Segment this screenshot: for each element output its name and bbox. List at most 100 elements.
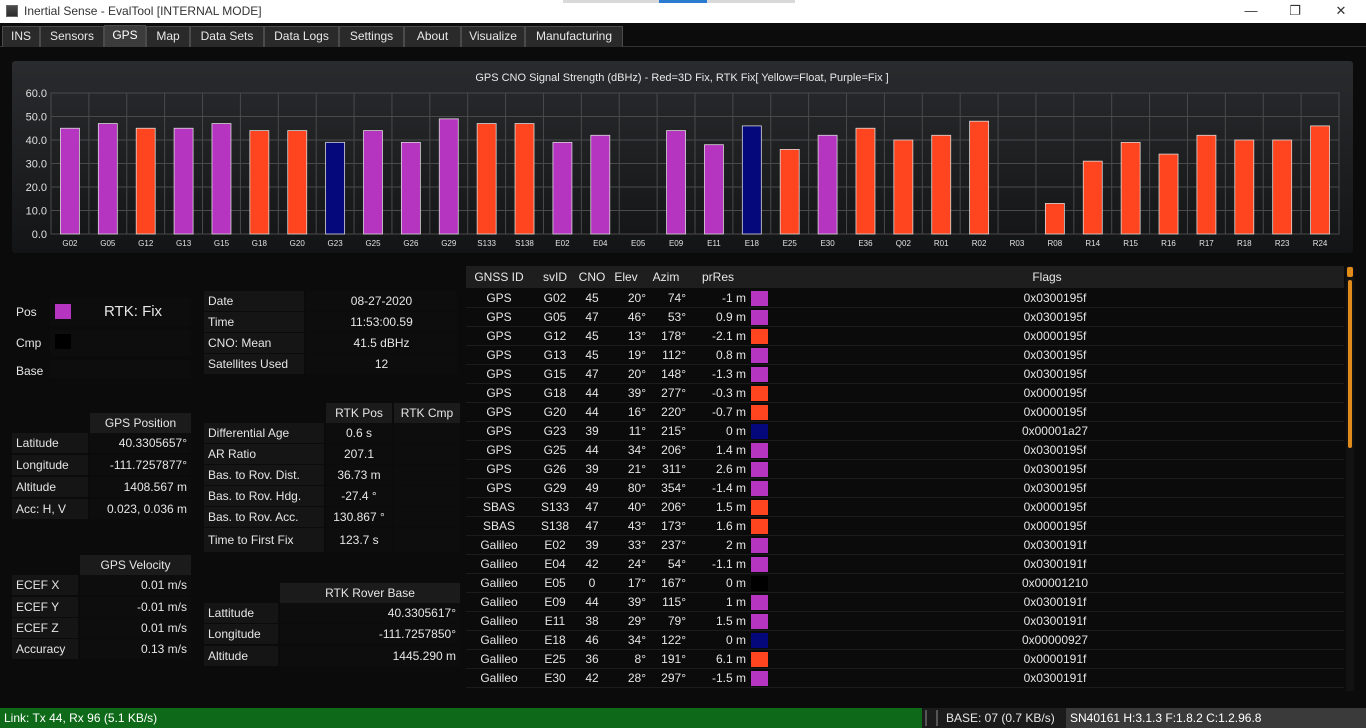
col-cno[interactable]: CNO	[578, 266, 606, 288]
minimize-button[interactable]: —	[1228, 0, 1274, 23]
ecef-z-value: 0.01 m/s	[80, 618, 191, 638]
tab-ins[interactable]: INS	[2, 26, 40, 47]
altitude-label: Altitude	[12, 477, 88, 497]
bar-r23	[1272, 139, 1293, 235]
table-row[interactable]: SBAS S138 47 43° 173° 1.6 m 0x0000195f	[466, 517, 1344, 536]
base-status: BASE: 07 (0.7 KB/s)	[946, 711, 1055, 725]
gnss-id-cell: GPS	[486, 462, 512, 476]
rtk-pos-header: RTK Pos	[326, 403, 392, 423]
x-tick-label: E18	[745, 239, 760, 248]
y-tick-label: 0.0	[32, 229, 47, 241]
table-row[interactable]: GPS G29 49 80° 354° -1.4 m 0x0300195f	[466, 479, 1344, 498]
tab-data-sets[interactable]: Data Sets	[190, 26, 264, 47]
elev-cell: 13°	[627, 329, 646, 343]
table-row[interactable]: Galileo E25 36 8° 191° 6.1 m 0x0000191f	[466, 650, 1344, 669]
table-row[interactable]: SBAS S133 47 40° 206° 1.5 m 0x0000195f	[466, 498, 1344, 517]
table-row[interactable]: GPS G05 47 46° 53° 0.9 m 0x0300195f	[466, 308, 1344, 327]
tab-visualize[interactable]: Visualize	[461, 26, 525, 47]
tab-manufacturing[interactable]: Manufacturing	[525, 26, 623, 47]
scroll-up-arrow[interactable]	[1347, 267, 1353, 277]
col-elev[interactable]: Elev	[606, 266, 646, 288]
elev-cell: 8°	[634, 652, 646, 666]
gnss-table-scroll-thumb[interactable]	[1348, 280, 1352, 448]
differential-age-label: Differential Age	[204, 423, 324, 443]
tab-settings[interactable]: Settings	[339, 26, 404, 47]
table-row[interactable]: GPS G25 44 34° 206° 1.4 m 0x0300195f	[466, 441, 1344, 460]
table-row[interactable]: Galileo E30 42 28° 297° -1.5 m 0x0300191f	[466, 669, 1344, 688]
time-to-first-fix-value: 123.7 s	[326, 528, 392, 552]
base-rover-acc-value: 130.867 °	[326, 507, 392, 527]
svid-cell: G29	[543, 481, 567, 495]
ar-ratio-label: AR Ratio	[204, 444, 324, 464]
flags-cell: 0x0000195f	[1023, 500, 1087, 514]
svid-cell: E05	[544, 576, 566, 590]
prres-cell: -1.3 m	[711, 367, 746, 381]
maximize-button[interactable]: ❐	[1272, 0, 1318, 23]
x-tick-label: R24	[1313, 239, 1328, 248]
col-gnss-id[interactable]: GNSS ID	[466, 266, 532, 288]
time-to-first-fix-label: Time to First Fix	[204, 528, 324, 552]
gnss-id-cell: GPS	[486, 443, 512, 457]
x-tick-label: R15	[1123, 239, 1138, 248]
cno-cell: 39	[585, 462, 599, 476]
pos-color-swatch	[55, 304, 71, 319]
table-row[interactable]: GPS G13 45 19° 112° 0.8 m 0x0300195f	[466, 346, 1344, 365]
flags-cell: 0x0300191f	[1023, 557, 1087, 571]
col-prres[interactable]: prRes	[686, 266, 750, 288]
x-tick-label: G02	[62, 239, 78, 248]
bar-r18	[1234, 139, 1255, 235]
table-row[interactable]: GPS G23 39 11° 215° 0 m 0x00001a27	[466, 422, 1344, 441]
table-row[interactable]: Galileo E02 39 33° 237° 2 m 0x0300191f	[466, 536, 1344, 555]
bar-r24	[1310, 125, 1330, 235]
table-row[interactable]: GPS G18 44 39° 277° -0.3 m 0x0000195f	[466, 384, 1344, 403]
table-row[interactable]: GPS G12 45 13° 178° -2.1 m 0x0000195f	[466, 327, 1344, 346]
tab-sensors[interactable]: Sensors	[40, 26, 104, 47]
table-row[interactable]: Galileo E11 38 29° 79° 1.5 m 0x0300191f	[466, 612, 1344, 631]
flags-cell: 0x0300195f	[1023, 310, 1087, 324]
bar-g23	[325, 141, 346, 235]
tab-map[interactable]: Map	[146, 26, 190, 47]
base-rover-hdg-cmp	[394, 486, 460, 506]
rover-base-lon-value: -111.7257850°	[280, 624, 460, 644]
ecef-y-value: -0.01 m/s	[80, 597, 191, 617]
gnss-id-cell: GPS	[486, 424, 512, 438]
status-color-swatch	[751, 443, 768, 458]
pos-status-text: RTK: Fix	[104, 303, 163, 320]
table-row[interactable]: Galileo E18 46 34° 122° 0 m 0x00000927	[466, 631, 1344, 650]
close-button[interactable]: ✕	[1318, 0, 1364, 23]
table-row[interactable]: GPS G15 47 20° 148° -1.3 m 0x0300195f	[466, 365, 1344, 384]
snap-layout-hint	[563, 0, 795, 3]
table-row[interactable]: Galileo E04 42 24° 54° -1.1 m 0x0300191f	[466, 555, 1344, 574]
table-row[interactable]: GPS G02 45 20° 74° -1 m 0x0300195f	[466, 289, 1344, 308]
x-tick-label: G26	[403, 239, 419, 248]
bar-e36	[855, 127, 876, 235]
cno-cell: 47	[585, 519, 599, 533]
bar-r16	[1158, 153, 1179, 235]
y-tick-label: 30.0	[26, 159, 47, 171]
status-color-swatch	[751, 557, 768, 572]
tab-data-logs[interactable]: Data Logs	[264, 26, 339, 47]
status-color-swatch	[751, 329, 768, 344]
status-bar: Link: Tx 44, Rx 96 (5.1 KB/s) BASE: 07 (…	[0, 708, 1366, 728]
x-tick-label: E11	[707, 239, 721, 248]
base-rover-acc-label: Bas. to Rov. Acc.	[204, 507, 324, 527]
cno-cell: 0	[588, 576, 596, 590]
bar-s138	[514, 123, 535, 235]
tab-gps[interactable]: GPS	[104, 25, 146, 47]
table-row[interactable]: GPS G26 39 21° 311° 2.6 m 0x0300195f	[466, 460, 1344, 479]
table-row[interactable]: Galileo E09 44 39° 115° 1 m 0x0300191f	[466, 593, 1344, 612]
svid-cell: E02	[544, 538, 566, 552]
col-svid[interactable]: svID	[532, 266, 578, 288]
gnss-satellite-table[interactable]: GNSS ID svID CNO Elev Azim prRes Flags G…	[466, 266, 1354, 691]
cno-cell: 44	[585, 443, 599, 457]
table-row[interactable]: GPS G20 44 16° 220° -0.7 m 0x0000195f	[466, 403, 1344, 422]
tab-about[interactable]: About	[404, 26, 461, 47]
col-flags[interactable]: Flags	[750, 266, 1344, 288]
svid-cell: G15	[543, 367, 567, 381]
azim-cell: 311°	[662, 462, 686, 476]
col-azim[interactable]: Azim	[646, 266, 686, 288]
table-row[interactable]: Galileo E05 0 17° 167° 0 m 0x00001210	[466, 574, 1344, 593]
y-tick-label: 60.0	[26, 88, 47, 100]
gnss-id-cell: Galileo	[480, 652, 518, 666]
status-color-swatch	[751, 310, 768, 325]
